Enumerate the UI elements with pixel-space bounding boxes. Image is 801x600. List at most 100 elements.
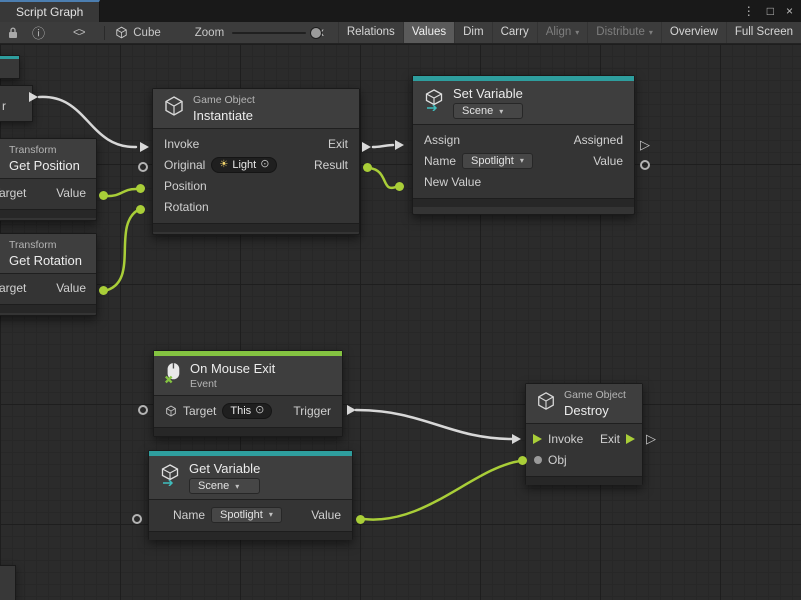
variable-scope-dropdown[interactable]: Scene ▾ <box>189 478 260 494</box>
port-instantiate-result[interactable] <box>363 163 372 172</box>
node-category: Game Object <box>564 389 626 401</box>
port-label-original: Original <box>164 158 205 172</box>
wire-value-get-variable-to-destroy-obj[interactable] <box>363 461 520 520</box>
node-title: Destroy <box>564 403 626 418</box>
obj-port-dot[interactable] <box>534 456 542 464</box>
port-instantiate-exit[interactable] <box>362 142 371 152</box>
window-controls: ⋮ □ × <box>743 0 801 22</box>
port-label-invoke: Invoke <box>164 137 199 151</box>
node-set-variable[interactable]: Set Variable Scene ▾ Assign Assigned Nam… <box>412 75 635 215</box>
node-instantiate[interactable]: Game Object Instantiate Invoke Exit Orig… <box>152 88 360 235</box>
relations-button[interactable]: Relations <box>338 22 403 43</box>
port-get-variable-name[interactable] <box>132 514 142 524</box>
chevron-down-icon: ▾ <box>499 107 503 116</box>
node-header[interactable]: Transform Get Position <box>0 139 96 179</box>
object-picker-icon[interactable]: ⊙ <box>260 159 269 170</box>
port-get-variable-value[interactable] <box>356 515 365 524</box>
variable-name-dropdown[interactable]: Spotlight ▾ <box>462 153 533 169</box>
node-get-variable[interactable]: Get Variable Scene ▾ Name Spotlight ▾ Va… <box>148 450 353 540</box>
dim-button[interactable]: Dim <box>454 22 491 43</box>
object-field-light[interactable]: ☀ Light ⊙ <box>211 157 277 173</box>
port-instantiate-invoke[interactable] <box>140 142 149 152</box>
values-button[interactable]: Values <box>403 22 454 43</box>
window-maximize-icon[interactable]: □ <box>767 4 774 18</box>
port-label-value: Value <box>56 186 86 200</box>
node-header[interactable]: Game Object Destroy <box>526 384 642 424</box>
wire-flow-instantiate-exit-to-set-variable-assign[interactable] <box>373 145 393 147</box>
node-header[interactable]: Set Variable Scene ▾ <box>413 81 634 125</box>
port-fragment-flow-out[interactable] <box>29 92 38 102</box>
node-fragment-left[interactable]: r <box>0 85 33 122</box>
toolbar-button-group: Relations Values Dim Carry Align▾ Distri… <box>338 22 801 43</box>
node-header[interactable]: Get Variable Scene ▾ <box>149 456 352 500</box>
window-close-icon[interactable]: × <box>786 4 793 18</box>
port-label-rotation: Rotation <box>164 200 209 214</box>
node-get-rotation[interactable]: Transform Get Rotation Target Value <box>0 233 97 316</box>
node-header[interactable]: Game Object Instantiate <box>153 89 359 129</box>
tab-script-graph[interactable]: Script Graph <box>0 0 100 22</box>
full-screen-button[interactable]: Full Screen <box>726 22 801 43</box>
port-label-value: Value <box>56 281 86 295</box>
align-button[interactable]: Align▾ <box>537 22 588 43</box>
port-label-exit: Exit <box>328 137 348 151</box>
node-header[interactable]: On Mouse Exit Event <box>154 356 342 396</box>
wire-flow-on-mouse-exit-to-destroy-invoke[interactable] <box>356 410 512 439</box>
wire-value-get-rotation-to-instantiate-rotation[interactable] <box>104 210 138 291</box>
port-set-variable-assign[interactable] <box>395 140 404 150</box>
window-menu-icon[interactable]: ⋮ <box>743 4 755 18</box>
node-header[interactable]: Transform Get Rotation <box>0 234 96 274</box>
graph-canvas[interactable]: r Transform Get Position Target Value <box>0 44 801 600</box>
port-on-mouse-exit-trigger[interactable] <box>347 405 356 415</box>
port-label-value: Value <box>593 154 623 168</box>
variable-scope-dropdown[interactable]: Scene ▾ <box>453 103 523 119</box>
port-get-position-value[interactable] <box>99 191 108 200</box>
port-set-variable-value-out[interactable] <box>640 160 650 170</box>
variable-name-dropdown[interactable]: Spotlight ▾ <box>211 507 282 523</box>
wire-value-get-position-to-instantiate-position[interactable] <box>104 189 136 196</box>
invoke-flow-arrow-icon[interactable] <box>533 434 542 444</box>
fragment-port-label: r <box>2 99 6 113</box>
info-icon[interactable]: ⓘ <box>32 23 45 42</box>
exit-flow-arrow-icon[interactable] <box>626 434 635 444</box>
values-label: Values <box>412 22 446 43</box>
object-picker-icon[interactable]: ⊙ <box>255 405 264 416</box>
zoom-slider-track[interactable] <box>232 32 306 34</box>
variable-icon <box>159 464 181 491</box>
port-set-variable-new-value[interactable] <box>395 182 404 191</box>
overview-button[interactable]: Overview <box>661 22 726 43</box>
distribute-button[interactable]: Distribute▾ <box>587 22 661 43</box>
port-on-mouse-exit-target[interactable] <box>138 405 148 415</box>
port-instantiate-original[interactable] <box>138 162 148 172</box>
variable-name-value: Spotlight <box>471 155 514 167</box>
object-field-this[interactable]: This ⊙ <box>222 403 272 419</box>
port-instantiate-position[interactable] <box>136 184 145 193</box>
port-label-value: Value <box>311 508 341 522</box>
port-row: Target Value <box>0 181 96 205</box>
port-row: Invoke Exit <box>526 428 642 449</box>
port-row: Original ☀ Light ⊙ Result <box>153 154 359 175</box>
node-get-position[interactable]: Transform Get Position Target Value <box>0 138 97 221</box>
node-title: Get Rotation <box>9 253 82 268</box>
code-icon[interactable]: <> <box>73 27 84 39</box>
node-category: Transform <box>9 144 80 156</box>
port-label-result: Result <box>314 158 348 172</box>
node-destroy[interactable]: Game Object Destroy Invoke Exit Obj <box>525 383 643 485</box>
carry-button[interactable]: Carry <box>492 22 537 43</box>
zoom-slider-knob[interactable] <box>310 27 322 39</box>
port-instantiate-rotation[interactable] <box>136 205 145 214</box>
align-label: Align <box>546 22 572 43</box>
port-destroy-invoke[interactable] <box>512 434 521 444</box>
port-destroy-obj[interactable] <box>518 456 527 465</box>
zoom-slider[interactable] <box>232 27 306 39</box>
port-get-rotation-value[interactable] <box>99 286 108 295</box>
node-on-mouse-exit[interactable]: On Mouse Exit Event Target This ⊙ Trigge… <box>153 350 343 437</box>
port-destroy-exit[interactable]: ▷ <box>646 432 656 445</box>
node-fragment-bottom-left[interactable] <box>0 565 16 600</box>
wire-value-instantiate-result-to-set-variable-new-value[interactable] <box>369 168 398 188</box>
port-label-trigger: Trigger <box>293 404 331 418</box>
port-label-name: Name <box>173 508 205 522</box>
port-label-target: Target <box>0 186 26 200</box>
port-set-variable-assigned[interactable]: ▷ <box>640 138 650 151</box>
node-fragment-top-left[interactable] <box>0 55 20 79</box>
lock-icon[interactable] <box>7 26 19 39</box>
